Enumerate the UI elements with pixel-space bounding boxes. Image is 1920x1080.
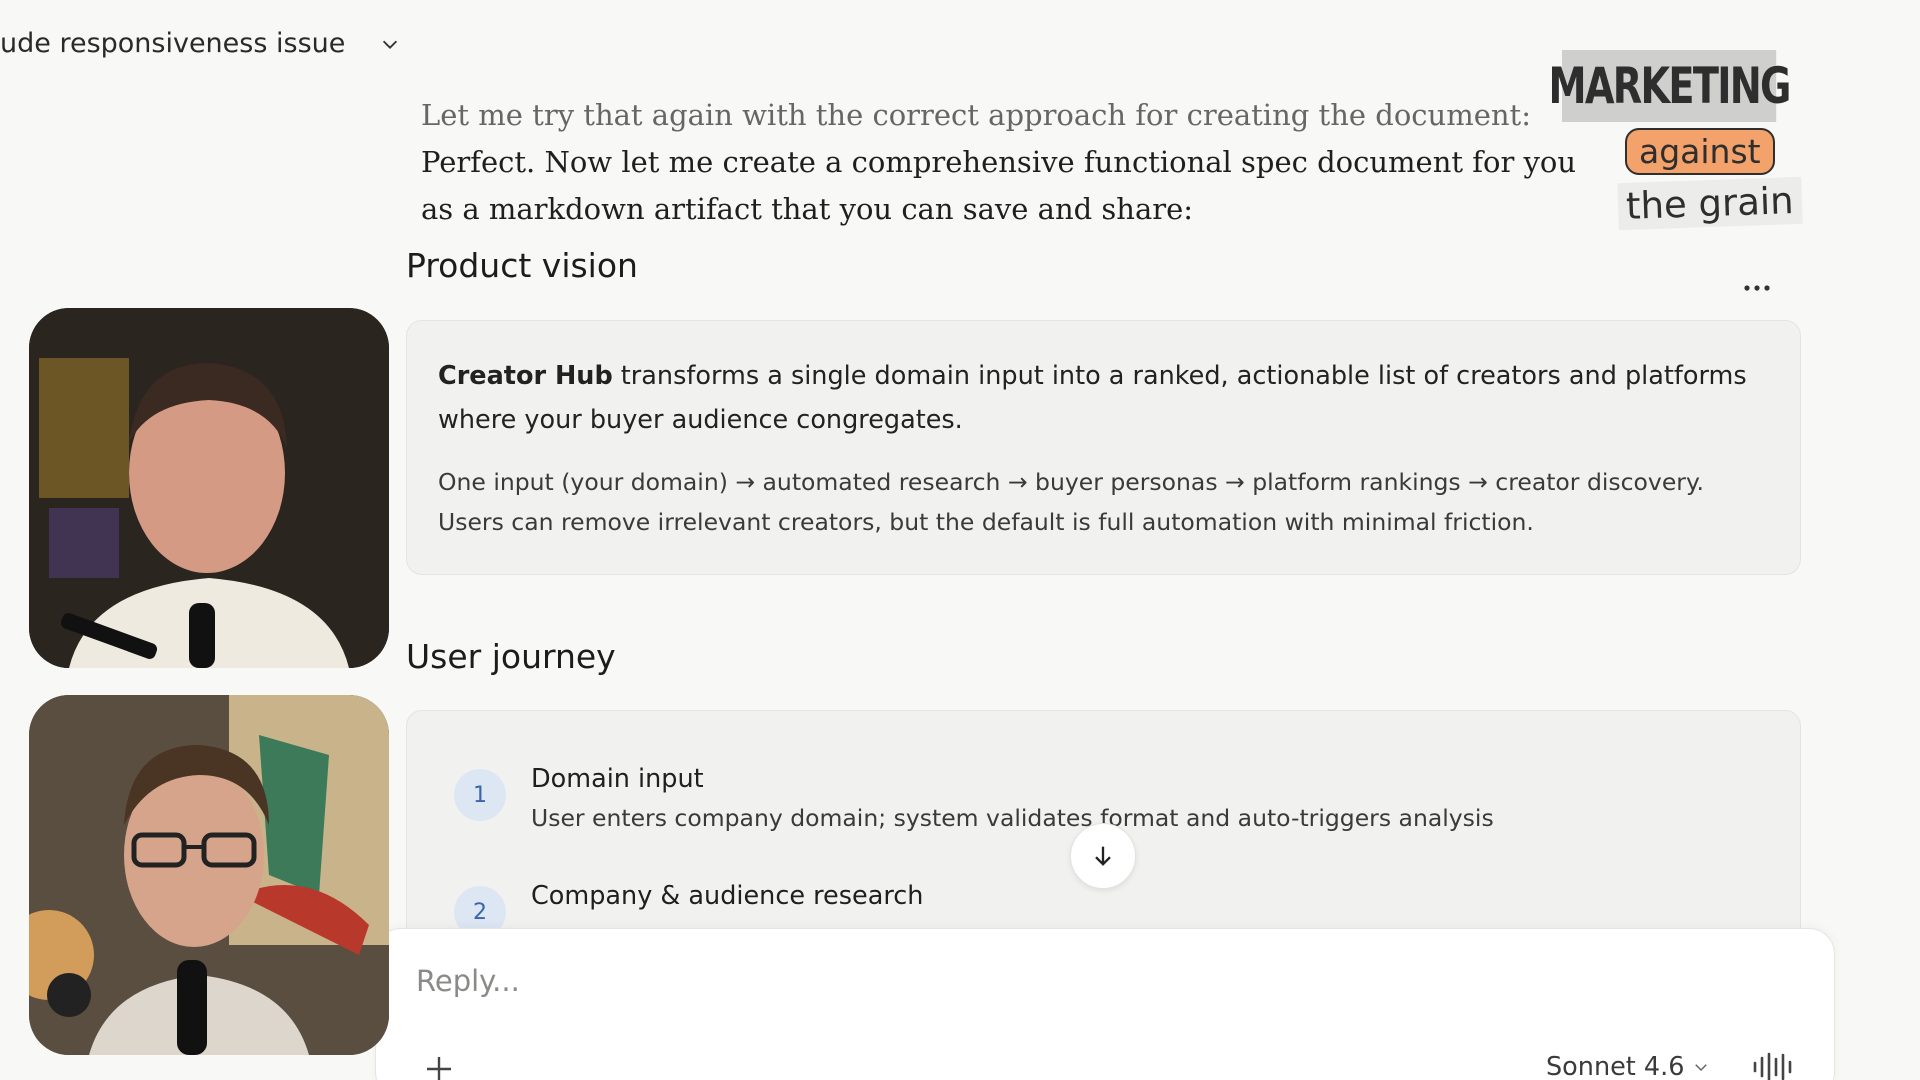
section-heading-product-vision: Product vision (406, 246, 638, 285)
logo-grain-text: the grain (1617, 176, 1803, 231)
step-title: Domain input (531, 764, 704, 794)
step-number: 1 (454, 769, 506, 821)
assistant-message: Let me try that again with the correct a… (421, 92, 1611, 233)
person-avatar-icon (29, 695, 389, 1055)
model-name: Sonnet 4.6 (1546, 1052, 1685, 1080)
step-description: User enters company domain; system valid… (531, 804, 1494, 832)
marketing-against-the-grain-logo: MARKETING against the grain (1548, 50, 1812, 270)
voice-waveform-icon[interactable] (1751, 1050, 1797, 1080)
journey-step: 1 Domain input User enters company domai… (454, 761, 1800, 836)
section-heading-user-journey: User journey (406, 637, 616, 676)
reply-input[interactable] (416, 959, 1716, 1003)
logo-against-text: against (1625, 128, 1775, 175)
chevron-down-icon (383, 40, 398, 49)
webcam-feed-guest (29, 695, 389, 1055)
reply-composer: Sonnet 4.6 (375, 928, 1835, 1080)
message-line-retry: Let me try that again with the correct a… (421, 98, 1531, 132)
step-title: Company & audience research (531, 881, 924, 911)
vision-lead: Creator Hub transforms a single domain i… (438, 354, 1770, 442)
chat-title: ude responsiveness issue (0, 28, 346, 59)
chevron-down-icon (1695, 1064, 1708, 1072)
plus-icon[interactable] (424, 1054, 454, 1080)
chat-title-dropdown[interactable]: ude responsiveness issue (0, 28, 401, 59)
scroll-to-bottom-button[interactable] (1070, 823, 1136, 889)
vision-lead-text: transforms a single domain input into a … (438, 361, 1747, 435)
product-vision-card: Creator Hub transforms a single domain i… (406, 320, 1801, 575)
vision-flow: One input (your domain) → automated rese… (438, 468, 1704, 536)
model-selector[interactable]: Sonnet 4.6 (1546, 1052, 1710, 1080)
person-avatar-icon (29, 308, 389, 668)
ellipsis-icon[interactable] (1742, 283, 1772, 293)
message-line-perfect: Perfect. Now let me create a comprehensi… (421, 145, 1577, 226)
product-name: Creator Hub (438, 361, 613, 391)
arrow-down-icon (1095, 846, 1111, 866)
logo-marketing-text: MARKETING (1548, 50, 1791, 122)
webcam-feed-host (29, 308, 389, 668)
